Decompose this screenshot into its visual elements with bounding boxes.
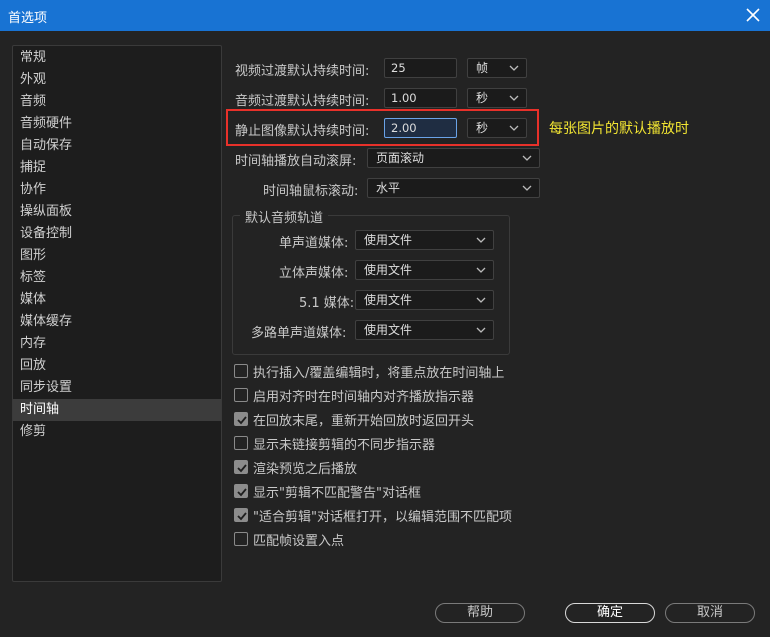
sidebar-item-media-cache[interactable]: 媒体缓存 bbox=[13, 311, 221, 333]
mouse-scroll-value: 水平 bbox=[376, 181, 401, 195]
sidebar-item-general[interactable]: 常规 bbox=[13, 47, 221, 69]
return-to-start-checkbox[interactable] bbox=[234, 412, 248, 426]
chevron-down-icon bbox=[522, 155, 532, 161]
checkmark-icon bbox=[237, 488, 247, 497]
chevron-down-icon bbox=[509, 95, 519, 101]
chevron-down-icon bbox=[476, 327, 486, 333]
focus-timeline-checkbox[interactable] bbox=[234, 364, 248, 378]
sidebar-item-labels[interactable]: 标签 bbox=[13, 267, 221, 289]
sidebar-item-media[interactable]: 媒体 bbox=[13, 289, 221, 311]
stereo-media-select[interactable]: 使用文件 bbox=[355, 260, 494, 280]
sidebar-item-collaboration[interactable]: 协作 bbox=[13, 179, 221, 201]
fit-clip-checkbox[interactable] bbox=[234, 508, 248, 522]
play-after-render-checkbox[interactable] bbox=[234, 460, 248, 474]
video-transition-unit-select[interactable]: 帧 bbox=[467, 58, 527, 78]
sidebar-item-audio[interactable]: 音频 bbox=[13, 91, 221, 113]
sidebar-item-timeline[interactable]: 时间轴 bbox=[13, 399, 221, 421]
multichannel-mono-value: 使用文件 bbox=[364, 323, 413, 337]
sidebar-item-playback[interactable]: 回放 bbox=[13, 355, 221, 377]
match-frame-checkbox[interactable] bbox=[234, 532, 248, 546]
ok-button[interactable]: 确定 bbox=[565, 603, 655, 623]
window-title: 首选项 bbox=[8, 11, 48, 26]
annotation-text: 每张图片的默认播放时 bbox=[549, 121, 689, 137]
help-button[interactable]: 帮助 bbox=[435, 603, 525, 623]
surround-media-label: 5.1 媒体: bbox=[299, 296, 355, 311]
chevron-down-icon bbox=[522, 185, 532, 191]
audio-transition-input[interactable]: 1.00 bbox=[384, 88, 457, 108]
focus-timeline-label: 执行插入/覆盖编辑时，将重点放在时间轴上 bbox=[253, 366, 505, 381]
multichannel-mono-label: 多路单声道媒体: bbox=[251, 326, 347, 341]
return-to-start-label: 在回放末尾，重新开始回放时返回开头 bbox=[253, 414, 475, 429]
stereo-media-label: 立体声媒体: bbox=[279, 266, 349, 281]
default-audio-tracks-title: 默认音频轨道 bbox=[240, 207, 329, 226]
sidebar-item-sync-settings[interactable]: 同步设置 bbox=[13, 377, 221, 399]
checkmark-icon bbox=[237, 416, 247, 425]
sidebar-item-memory[interactable]: 内存 bbox=[13, 333, 221, 355]
cancel-button[interactable]: 取消 bbox=[665, 603, 755, 623]
video-transition-label: 视频过渡默认持续时间: bbox=[235, 64, 370, 79]
out-of-sync-checkbox[interactable] bbox=[234, 436, 248, 450]
out-of-sync-label: 显示未链接剪辑的不同步指示器 bbox=[253, 438, 436, 453]
multichannel-mono-select[interactable]: 使用文件 bbox=[355, 320, 494, 340]
surround-media-select[interactable]: 使用文件 bbox=[355, 290, 494, 310]
auto-scroll-select[interactable]: 页面滚动 bbox=[367, 148, 540, 168]
fit-clip-label: "适合剪辑"对话框打开，以编辑范围不匹配项 bbox=[253, 510, 512, 525]
chevron-down-icon bbox=[476, 267, 486, 273]
chevron-down-icon bbox=[509, 65, 519, 71]
sidebar-item-control-surface[interactable]: 操纵面板 bbox=[13, 201, 221, 223]
chevron-down-icon bbox=[476, 237, 486, 243]
mouse-scroll-label: 时间轴鼠标滚动: bbox=[263, 184, 359, 199]
checkmark-icon bbox=[237, 512, 247, 521]
snap-playhead-label: 启用对齐时在时间轴内对齐播放指示器 bbox=[253, 390, 475, 405]
sidebar-item-trim[interactable]: 修剪 bbox=[13, 421, 221, 443]
clip-mismatch-checkbox[interactable] bbox=[234, 484, 248, 498]
sidebar-item-audio-hardware[interactable]: 音频硬件 bbox=[13, 113, 221, 135]
auto-scroll-value: 页面滚动 bbox=[376, 151, 425, 165]
sidebar-item-device-control[interactable]: 设备控制 bbox=[13, 223, 221, 245]
checkmark-icon bbox=[237, 464, 247, 473]
mono-media-value: 使用文件 bbox=[364, 233, 413, 247]
title-bar: 首选项 bbox=[0, 0, 770, 31]
mouse-scroll-select[interactable]: 水平 bbox=[367, 178, 540, 198]
sidebar-item-appearance[interactable]: 外观 bbox=[13, 69, 221, 91]
snap-playhead-checkbox[interactable] bbox=[234, 388, 248, 402]
clip-mismatch-label: 显示"剪辑不匹配警告"对话框 bbox=[253, 486, 421, 501]
video-transition-unit: 帧 bbox=[476, 61, 489, 75]
video-transition-input[interactable]: 25 bbox=[384, 58, 457, 78]
sidebar-item-capture[interactable]: 捕捉 bbox=[13, 157, 221, 179]
play-after-render-label: 渲染预览之后播放 bbox=[253, 462, 358, 477]
stereo-media-value: 使用文件 bbox=[364, 263, 413, 277]
chevron-down-icon bbox=[476, 297, 486, 303]
category-list: 常规 外观 音频 音频硬件 自动保存 捕捉 协作 操纵面板 设备控制 图形 标签… bbox=[12, 45, 222, 582]
match-frame-label: 匹配帧设置入点 bbox=[253, 534, 345, 549]
audio-transition-unit-select[interactable]: 秒 bbox=[467, 88, 527, 108]
mono-media-select[interactable]: 使用文件 bbox=[355, 230, 494, 250]
auto-scroll-label: 时间轴播放自动滚屏: bbox=[235, 154, 357, 169]
sidebar-item-auto-save[interactable]: 自动保存 bbox=[13, 135, 221, 157]
sidebar-item-graphics[interactable]: 图形 bbox=[13, 245, 221, 267]
annotation-highlight-box bbox=[226, 109, 539, 146]
mono-media-label: 单声道媒体: bbox=[279, 236, 349, 251]
surround-media-value: 使用文件 bbox=[364, 293, 413, 307]
audio-transition-label: 音频过渡默认持续时间: bbox=[235, 94, 370, 109]
close-icon[interactable] bbox=[742, 4, 764, 26]
audio-transition-unit: 秒 bbox=[476, 91, 489, 105]
